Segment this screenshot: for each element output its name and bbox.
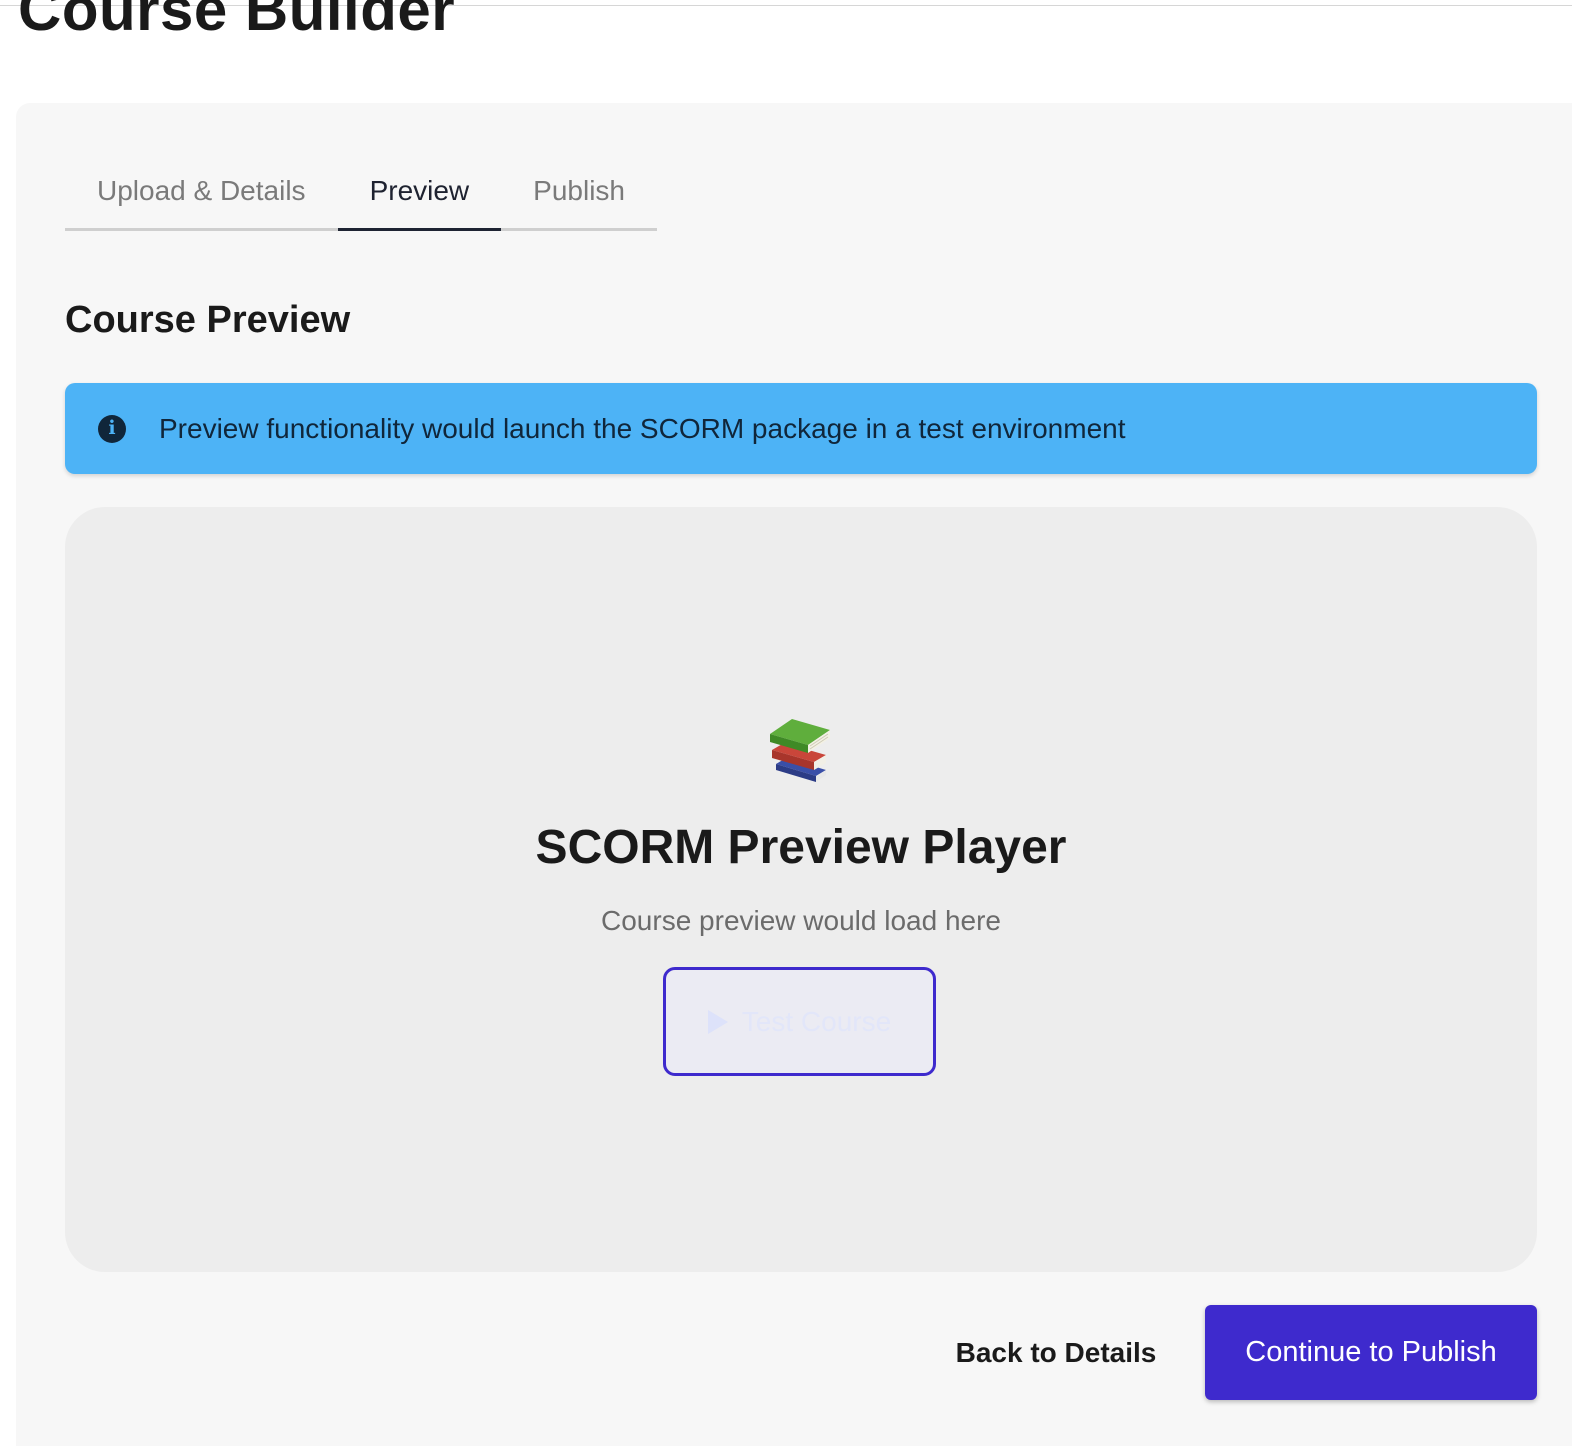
player-subtitle: Course preview would load here [601,905,1001,936]
continue-to-publish-button[interactable]: Continue to Publish [1205,1305,1537,1400]
section-title: Course Preview [65,299,351,341]
step-tabs: Upload & Details Preview Publish [65,155,657,231]
course-builder-card: Upload & Details Preview Publish Course … [16,103,1572,1446]
test-course-label: Test Course [741,1005,892,1037]
back-to-details-button[interactable]: Back to Details [931,1305,1181,1400]
test-course-button[interactable]: Test Course [663,967,936,1076]
info-icon: i [98,414,126,443]
tab-publish[interactable]: Publish [501,155,657,228]
play-icon [707,1009,728,1034]
player-title: SCORM Preview Player [535,821,1067,874]
scorm-preview-player: SCORM Preview Player Course preview woul… [65,507,1537,1272]
alert-text: Preview functionality would launch the S… [159,412,1126,444]
tab-upload-details[interactable]: Upload & Details [65,155,338,228]
info-alert: i Preview functionality would launch the… [65,383,1537,474]
books-icon [770,719,830,782]
page-title: Course Builder [18,0,456,43]
tab-preview[interactable]: Preview [337,155,502,231]
